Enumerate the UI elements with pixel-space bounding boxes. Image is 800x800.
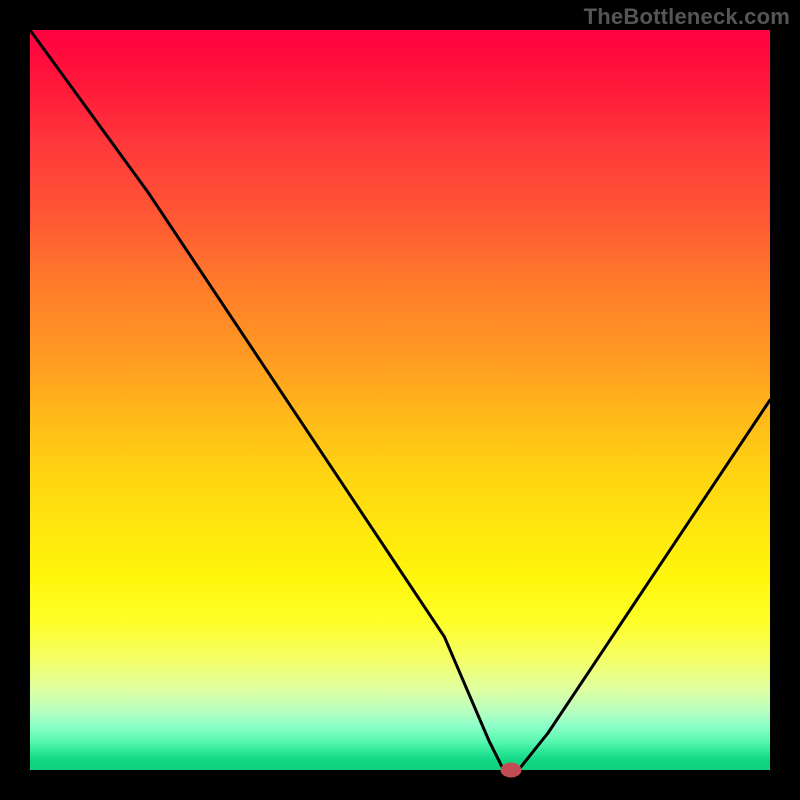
chart-frame: TheBottleneck.com	[0, 0, 800, 800]
curve-svg	[30, 30, 770, 770]
watermark-text: TheBottleneck.com	[584, 4, 790, 30]
plot-area	[30, 30, 770, 770]
minimum-marker	[501, 763, 521, 777]
bottleneck-curve	[30, 30, 770, 770]
